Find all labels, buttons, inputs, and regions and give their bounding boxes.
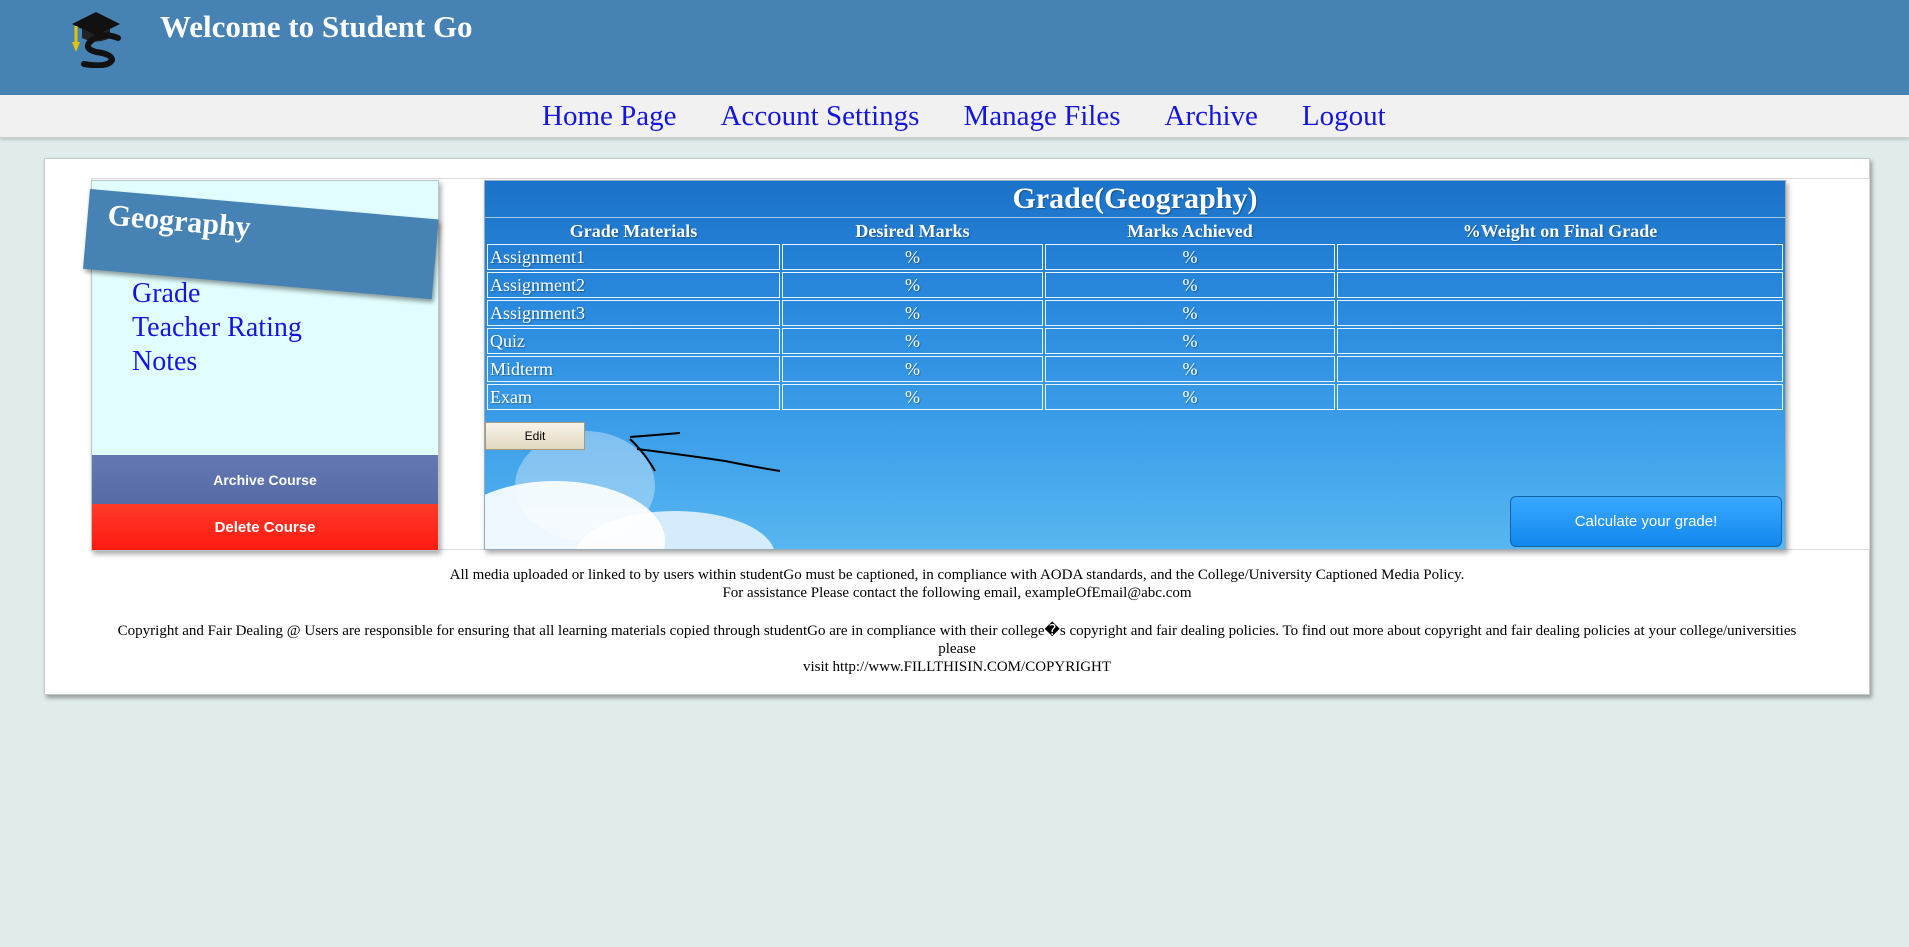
weight-cell [1337, 300, 1783, 326]
achieved-cell: % [1045, 300, 1335, 326]
header-marks-achieved: Marks Achieved [1127, 220, 1253, 241]
desired-cell: % [782, 356, 1043, 382]
material-cell: Quiz [487, 328, 780, 354]
header-desired-marks: Desired Marks [855, 220, 970, 241]
achieved-cell: % [1045, 328, 1335, 354]
table-row: Assignment3 % % [487, 300, 1783, 326]
desired-cell: % [782, 300, 1043, 326]
header-grade-materials: Grade Materials [569, 220, 698, 241]
desired-cell: % [782, 272, 1043, 298]
grade-table: Grade Materials Desired Marks Marks Achi… [485, 218, 1785, 412]
table-row: Quiz % % [487, 328, 1783, 354]
weight-cell [1337, 384, 1783, 410]
desired-cell: % [782, 244, 1043, 270]
table-row: Assignment1 % % [487, 244, 1783, 270]
nav-home-page[interactable]: Home Page [542, 95, 677, 137]
weight-cell [1337, 328, 1783, 354]
calculate-grade-button[interactable]: Calculate your grade! [1510, 496, 1782, 547]
sidebar-links: Grade Teacher Rating Notes [132, 277, 302, 379]
sidebar-link-notes[interactable]: Notes [132, 345, 302, 379]
edit-button[interactable]: Edit [485, 422, 585, 450]
footer-captioning-notice: All media uploaded or linked to by users… [449, 567, 1465, 583]
weight-cell [1337, 244, 1783, 270]
material-cell: Midterm [487, 356, 780, 382]
material-cell: Exam [487, 384, 780, 410]
sidebar-link-teacher-rating[interactable]: Teacher Rating [132, 311, 302, 345]
nav-manage-files[interactable]: Manage Files [963, 95, 1120, 137]
footer-contact: For assistance Please contact the follow… [722, 585, 1192, 601]
achieved-cell: % [1045, 244, 1335, 270]
footer-copyright-notice: Copyright and Fair Dealing @ Users are r… [117, 623, 1797, 657]
achieved-cell: % [1045, 272, 1335, 298]
grade-title: Grade(Geography) [485, 181, 1785, 218]
scribble-annotation [629, 432, 781, 472]
grade-panel: Grade(Geography) Grade Materials Desired… [484, 180, 1786, 550]
delete-course-button[interactable]: Delete Course [92, 504, 438, 550]
weight-cell [1337, 272, 1783, 298]
material-cell: Assignment3 [487, 300, 780, 326]
table-row: Exam % % [487, 384, 1783, 410]
table-header-row: Grade Materials Desired Marks Marks Achi… [487, 220, 1783, 242]
header-weight: %Weight on Final Grade [1462, 220, 1658, 241]
archive-course-button[interactable]: Archive Course [92, 455, 438, 504]
achieved-cell: % [1045, 384, 1335, 410]
graduation-cap-s-logo-icon [72, 12, 121, 68]
footer: All media uploaded or linked to by users… [45, 566, 1869, 676]
desired-cell: % [782, 384, 1043, 410]
footer-copyright-link: visit http://www.FILLTHISIN.COM/COPYRIGH… [802, 659, 1112, 675]
table-row: Midterm % % [487, 356, 1783, 382]
nav-logout[interactable]: Logout [1302, 95, 1386, 137]
site-header: Welcome to Student Go [0, 0, 1909, 95]
top-nav: Home Page Account Settings Manage Files … [0, 95, 1909, 138]
weight-cell [1337, 356, 1783, 382]
material-cell: Assignment2 [487, 272, 780, 298]
course-name: Geography [106, 198, 253, 245]
sidebar-link-grade[interactable]: Grade [132, 277, 302, 311]
nav-account-settings[interactable]: Account Settings [721, 95, 920, 137]
course-sidebar: Geography Grade Teacher Rating Notes Arc… [83, 180, 439, 551]
main-card: Geography Grade Teacher Rating Notes Arc… [44, 158, 1870, 695]
site-title: Welcome to Student Go [160, 9, 473, 44]
nav-archive[interactable]: Archive [1165, 95, 1258, 137]
table-row: Assignment2 % % [487, 272, 1783, 298]
achieved-cell: % [1045, 356, 1335, 382]
desired-cell: % [782, 328, 1043, 354]
material-cell: Assignment1 [487, 244, 780, 270]
